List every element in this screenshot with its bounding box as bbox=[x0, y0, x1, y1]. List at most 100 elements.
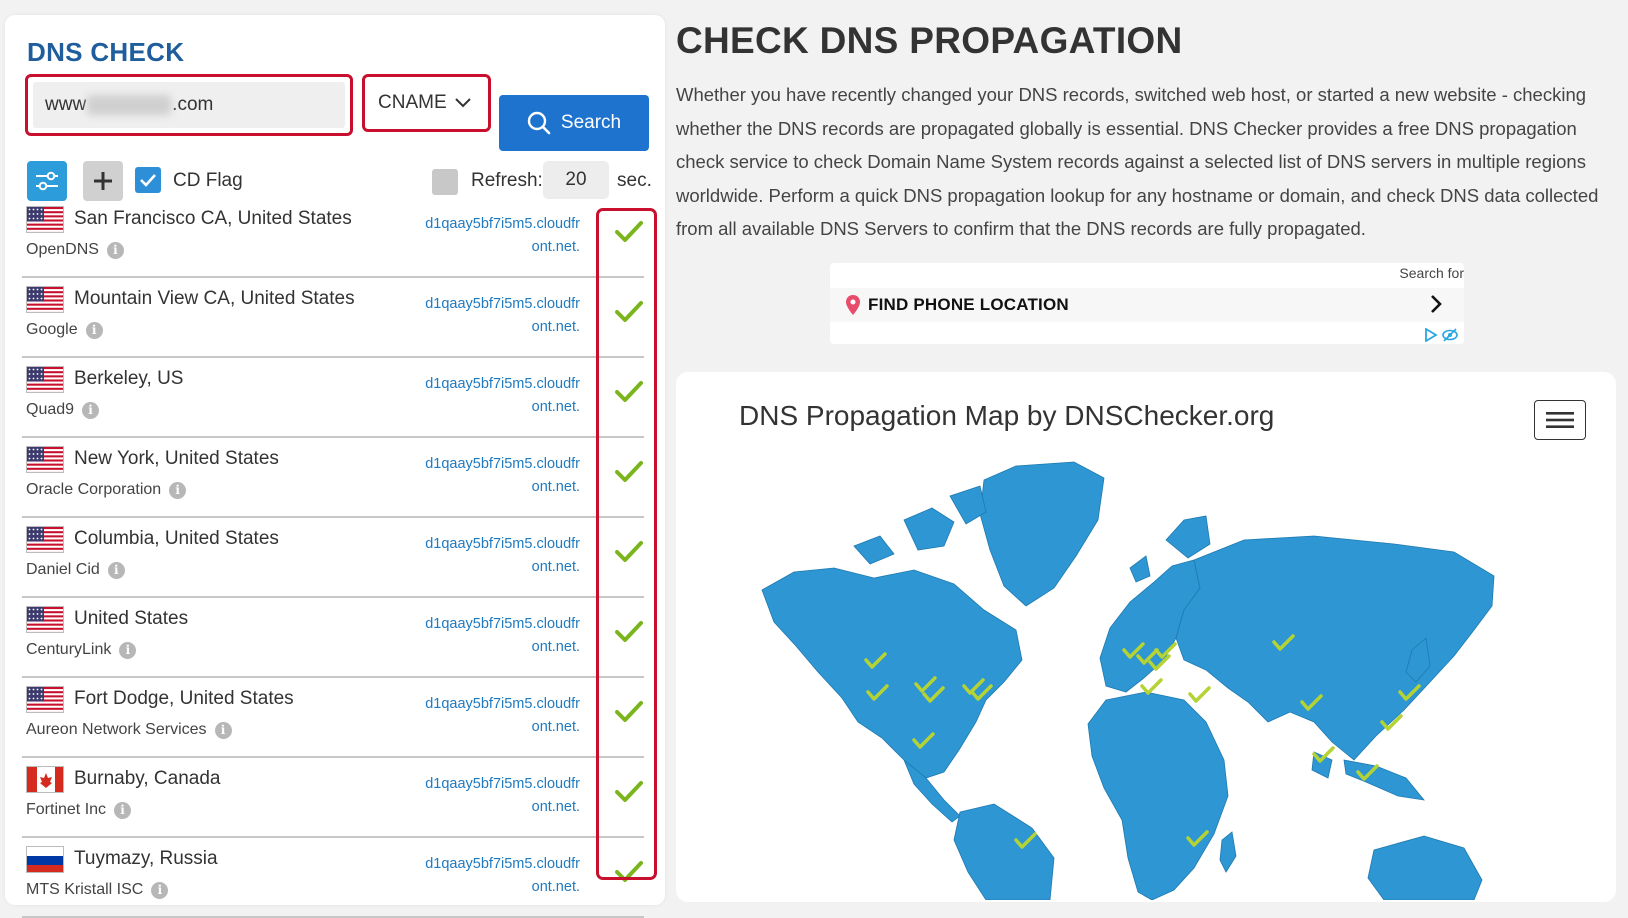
result-row[interactable]: Fort Dodge, United States Aureon Network … bbox=[22, 678, 644, 758]
info-icon[interactable]: i bbox=[151, 881, 169, 899]
result-row[interactable]: San Francisco CA, United States OpenDNS i d… bbox=[22, 198, 644, 278]
ad-search-for-label: Search for bbox=[1399, 265, 1464, 281]
server-provider: Fortinet Inc i bbox=[26, 801, 132, 819]
record-value: d1qaay5bf7i5m5.cloudfront.net. bbox=[425, 696, 580, 735]
record-value: d1qaay5bf7i5m5.cloudfront.net. bbox=[425, 456, 580, 495]
record-value: d1qaay5bf7i5m5.cloudfront.net. bbox=[425, 776, 580, 815]
record-type-select[interactable]: CNAME bbox=[368, 80, 485, 126]
refresh-label: Refresh: bbox=[471, 170, 543, 191]
record-value: d1qaay5bf7i5m5.cloudfront.net. bbox=[425, 616, 580, 655]
map-menu-button[interactable] bbox=[1534, 400, 1586, 440]
result-row[interactable]: Berkeley, US Quad9 i d1qaay5bf7i5m5.cloudfr… bbox=[22, 358, 644, 438]
refresh-checkbox[interactable] bbox=[432, 169, 458, 195]
server-provider: Oracle Corporation i bbox=[26, 481, 187, 499]
continents bbox=[761, 461, 1495, 900]
status-indicator bbox=[614, 460, 644, 489]
cd-flag-label: CD Flag bbox=[173, 170, 243, 191]
result-row[interactable]: United States CenturyLink i d1qaay5bf7i5m5.… bbox=[22, 598, 644, 678]
check-icon bbox=[615, 701, 643, 722]
info-icon[interactable]: i bbox=[107, 561, 125, 579]
propagation-map-card: DNS Propagation Map by DNSChecker.org bbox=[676, 372, 1616, 902]
refresh-unit: sec. bbox=[617, 170, 652, 191]
page-description: Whether you have recently changed your D… bbox=[676, 84, 1599, 239]
info-icon[interactable]: i bbox=[114, 801, 132, 819]
server-provider: Quad9 i bbox=[26, 401, 100, 419]
search-button[interactable]: Search bbox=[499, 95, 649, 151]
server-location: Columbia, United States bbox=[74, 528, 279, 549]
provider-name: CenturyLink bbox=[26, 641, 112, 658]
plus-icon bbox=[94, 172, 112, 190]
redacted-domain bbox=[87, 95, 172, 115]
server-location: Berkeley, US bbox=[74, 368, 184, 389]
record-value: d1qaay5bf7i5m5.cloudfront.net. bbox=[425, 376, 580, 415]
results-list: San Francisco CA, United States OpenDNS i d… bbox=[22, 198, 644, 918]
info-icon[interactable]: i bbox=[169, 481, 187, 499]
add-server-button[interactable] bbox=[83, 161, 123, 201]
us-flag-icon bbox=[26, 606, 64, 633]
check-icon bbox=[615, 301, 643, 322]
server-provider: Aureon Network Services i bbox=[26, 721, 232, 739]
checkmark-icon bbox=[140, 174, 156, 187]
ad-link-text: FIND PHONE LOCATION bbox=[868, 295, 1069, 314]
server-location: Burnaby, Canada bbox=[74, 768, 221, 789]
status-indicator bbox=[614, 860, 644, 889]
us-flag-icon bbox=[26, 686, 64, 713]
ru-flag-icon bbox=[26, 846, 64, 873]
info-icon[interactable]: i bbox=[82, 401, 100, 419]
record-value: d1qaay5bf7i5m5.cloudfront.net. bbox=[425, 216, 580, 255]
search-button-label: Search bbox=[560, 112, 622, 133]
provider-name: Fortinet Inc bbox=[26, 801, 107, 818]
record-type-highlight: CNAME bbox=[362, 74, 491, 132]
provider-name: Oracle Corporation bbox=[26, 481, 162, 498]
domain-input-highlight: www .com bbox=[25, 74, 353, 136]
refresh-interval-input[interactable]: 20 bbox=[543, 161, 609, 199]
result-row[interactable]: Burnaby, Canada Fortinet Inc i d1qaay5bf7i5… bbox=[22, 758, 644, 838]
sliders-icon bbox=[36, 171, 58, 191]
cd-flag-checkbox[interactable] bbox=[135, 167, 161, 193]
chevron-right-icon bbox=[1431, 295, 1442, 313]
page-heading: CHECK DNS PROPAGATION bbox=[676, 20, 1183, 61]
provider-name: OpenDNS bbox=[26, 241, 99, 258]
result-row[interactable]: Tuymazy, Russia MTS Kristall ISC i d1qaay5b… bbox=[22, 838, 644, 918]
us-flag-icon bbox=[26, 526, 64, 553]
provider-name: Quad9 bbox=[26, 401, 75, 418]
provider-name: Google bbox=[26, 321, 78, 338]
result-row[interactable]: Columbia, United States Daniel Cid i d1qaay… bbox=[22, 518, 644, 598]
server-provider: Daniel Cid i bbox=[26, 561, 125, 579]
ca-flag-icon bbox=[26, 766, 64, 793]
provider-name: Aureon Network Services bbox=[26, 721, 207, 738]
server-provider: Google i bbox=[26, 321, 103, 339]
status-indicator bbox=[614, 700, 644, 729]
check-icon bbox=[615, 861, 643, 882]
server-location: Tuymazy, Russia bbox=[74, 848, 218, 869]
settings-button[interactable] bbox=[27, 161, 67, 201]
info-icon[interactable]: i bbox=[106, 241, 124, 259]
hamburger-menu-icon bbox=[1546, 412, 1574, 428]
us-flag-icon bbox=[26, 366, 64, 393]
info-icon[interactable]: i bbox=[214, 721, 232, 739]
provider-name: Daniel Cid bbox=[26, 561, 100, 578]
record-type-value: CNAME bbox=[378, 92, 447, 113]
server-provider: MTS Kristall ISC i bbox=[26, 881, 169, 899]
ad-banner[interactable]: Search for FIND PHONE LOCATION bbox=[830, 263, 1464, 344]
world-map[interactable] bbox=[754, 460, 1534, 900]
map-title: DNS Propagation Map by DNSChecker.org bbox=[739, 400, 1275, 431]
ad-link[interactable]: FIND PHONE LOCATION bbox=[830, 288, 1464, 322]
record-value: d1qaay5bf7i5m5.cloudfront.net. bbox=[425, 536, 580, 575]
status-indicator bbox=[614, 540, 644, 569]
status-indicator bbox=[614, 620, 644, 649]
server-location: New York, United States bbox=[74, 448, 279, 469]
status-indicator bbox=[614, 780, 644, 809]
check-icon bbox=[615, 221, 643, 242]
status-indicator bbox=[614, 380, 644, 409]
panel-title: DNS CHECK bbox=[27, 37, 185, 67]
check-icon bbox=[615, 381, 643, 402]
result-row[interactable]: Mountain View CA, United States Google i d1… bbox=[22, 278, 644, 358]
info-icon[interactable]: i bbox=[119, 641, 137, 659]
info-icon[interactable]: i bbox=[85, 321, 103, 339]
ad-choices-icon[interactable] bbox=[1424, 328, 1460, 342]
result-row[interactable]: New York, United States Oracle Corporatio… bbox=[22, 438, 644, 518]
server-location: Mountain View CA, United States bbox=[74, 288, 355, 309]
domain-input[interactable]: www .com bbox=[33, 82, 345, 128]
record-value: d1qaay5bf7i5m5.cloudfront.net. bbox=[425, 856, 580, 895]
